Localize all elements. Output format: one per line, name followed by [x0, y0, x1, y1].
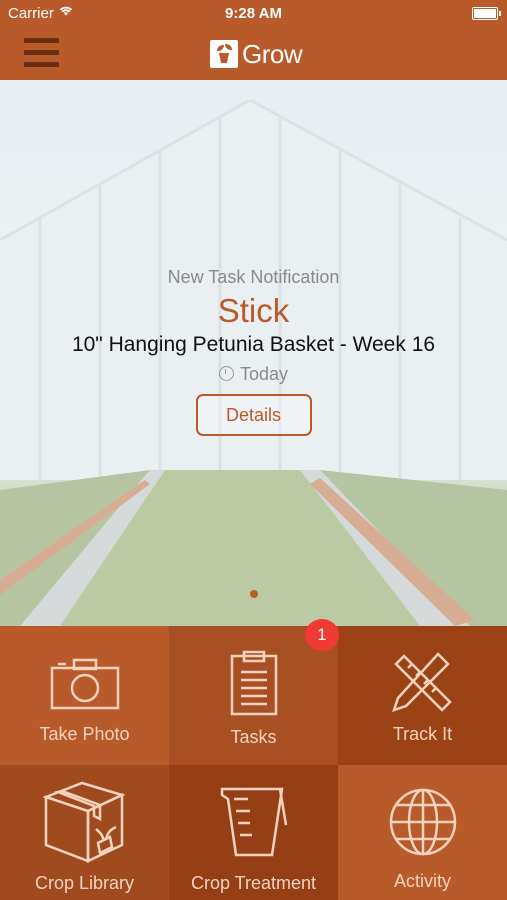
notification-heading: New Task Notification — [167, 267, 340, 287]
task-notification-card: New Task Notification Stick 10" Hanging … — [0, 267, 507, 436]
clock-time: 9:28 AM — [225, 5, 282, 22]
nav-bar: Grow — [0, 28, 507, 80]
details-button[interactable]: Details — [195, 394, 312, 436]
beaker-icon — [220, 787, 288, 857]
box-plant-icon — [42, 781, 126, 863]
notification-carousel[interactable]: New Task Notification Stick 10" Hanging … — [0, 80, 507, 626]
track-it-label: Track It — [392, 724, 453, 744]
status-bar: Carrier 9:28 AM — [0, 0, 507, 28]
tasks-label: Tasks — [230, 727, 277, 747]
pencil-ruler-icon — [392, 652, 452, 712]
crop-treatment-label: Crop Treatment — [190, 873, 317, 893]
tasks-badge: 1 — [305, 619, 339, 651]
plant-pot-logo-icon — [210, 40, 238, 68]
camera-icon — [50, 658, 120, 710]
battery-icon — [472, 7, 501, 20]
crop-treatment-button[interactable]: Crop Treatment — [169, 765, 338, 900]
clock-icon — [218, 366, 234, 381]
task-name: Stick — [217, 292, 290, 329]
crop-library-button[interactable]: Crop Library — [0, 765, 169, 900]
crop-name: 10" Hanging Petunia Basket - Week 16 — [71, 333, 436, 356]
crop-library-label: Crop Library — [34, 873, 135, 893]
activity-button[interactable]: Activity — [338, 765, 507, 900]
take-photo-button[interactable]: Take Photo — [0, 626, 169, 765]
app-name: Grow — [242, 38, 303, 69]
due-label: Today — [239, 364, 289, 384]
page-indicator-dot[interactable] — [250, 590, 258, 598]
track-it-button[interactable]: Track It — [338, 626, 507, 765]
activity-label: Activity — [393, 871, 451, 891]
task-due: Today — [0, 364, 507, 385]
globe-icon — [389, 788, 457, 856]
feature-grid: Take Photo Tasks Track It Crop Library C… — [0, 626, 507, 900]
app-logo: Grow — [210, 38, 303, 70]
take-photo-label: Take Photo — [39, 724, 130, 744]
hamburger-menu-icon[interactable] — [24, 38, 59, 68]
clipboard-icon — [230, 650, 278, 716]
